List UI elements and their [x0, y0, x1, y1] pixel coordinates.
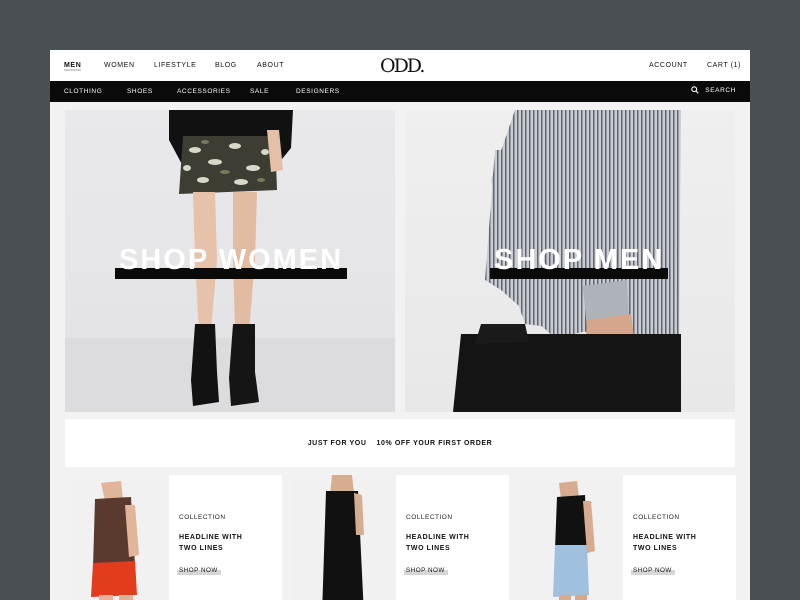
card-1-collection: COLLECTION [179, 514, 226, 521]
brand-logo[interactable]: ODD. [380, 55, 425, 77]
card-3-shop-now-text: SHOP NOW [633, 567, 672, 574]
card-2-shop-now-link[interactable]: SHOP NOW [404, 567, 448, 575]
browser-page: MEN WOMEN LIFESTYLE BLOG ABOUT ODD. ACCO… [50, 50, 750, 600]
nav-cart[interactable]: CART (1) [707, 62, 741, 69]
card-3-headline-line-1: HEADLINE WITH [633, 534, 697, 541]
collection-card-3[interactable]: COLLECTION HEADLINE WITH TWO LINES SHOP … [519, 475, 736, 600]
category-clothing[interactable]: CLOTHING [64, 88, 102, 95]
nav-account[interactable]: ACCOUNT [649, 62, 688, 69]
promo-left: JUST FOR YOU [307, 439, 367, 447]
search-label: SEARCH [705, 86, 736, 94]
card-3-photo [519, 475, 623, 600]
category-shoes[interactable]: SHOES [127, 88, 153, 95]
card-3-info: COLLECTION HEADLINE WITH TWO LINES SHOP … [631, 475, 733, 600]
promo-banner[interactable]: JUST FOR YOU 10% OFF YOUR FIRST ORDER [65, 419, 735, 467]
card-2-headline-line-1: HEADLINE WITH [406, 534, 470, 541]
hero-women[interactable]: SHOP WOMEN [65, 110, 395, 412]
shop-men-label[interactable]: SHOP MEN [490, 244, 669, 279]
card-3-collection: COLLECTION [633, 514, 680, 521]
shop-women-text: SHOP WOMEN [119, 244, 344, 276]
card-2-photo [292, 475, 396, 600]
card-2-headline: HEADLINE WITH TWO LINES [406, 532, 502, 554]
search-icon [691, 86, 700, 94]
shop-women-label[interactable]: SHOP WOMEN [115, 244, 348, 279]
category-bar: CLOTHING SHOES ACCESSORIES SALE DESIGNER… [50, 81, 750, 102]
shop-men-text: SHOP MEN [494, 244, 665, 276]
card-2-shop-now-text: SHOP NOW [406, 567, 445, 574]
hero-men[interactable]: SHOP MEN [405, 110, 735, 412]
search-button[interactable]: SEARCH [691, 86, 736, 94]
collection-card-2[interactable]: COLLECTION HEADLINE WITH TWO LINES SHOP … [292, 475, 509, 600]
card-3-shop-now-link[interactable]: SHOP NOW [631, 567, 675, 575]
category-accessories[interactable]: ACCESSORIES [177, 88, 231, 95]
card-1-headline-line-1: HEADLINE WITH [179, 534, 243, 541]
logo-text: ODD. [380, 55, 425, 77]
top-nav: MEN WOMEN LIFESTYLE BLOG ABOUT ODD. ACCO… [50, 50, 750, 81]
card-3-headline-line-2: TWO LINES [633, 545, 678, 552]
nav-women[interactable]: WOMEN [104, 62, 135, 69]
nav-lifestyle[interactable]: LIFESTYLE [154, 62, 196, 69]
card-1-headline-line-2: TWO LINES [179, 545, 224, 552]
card-1-info: COLLECTION HEADLINE WITH TWO LINES SHOP … [177, 475, 279, 600]
card-1-photo [65, 475, 169, 600]
nav-about[interactable]: ABOUT [257, 62, 284, 69]
nav-blog[interactable]: BLOG [215, 62, 237, 69]
card-3-headline: HEADLINE WITH TWO LINES [633, 532, 729, 554]
card-1-shop-now-text: SHOP NOW [179, 567, 218, 574]
card-1-shop-now-link[interactable]: SHOP NOW [177, 567, 221, 575]
card-1-headline: HEADLINE WITH TWO LINES [179, 532, 275, 554]
nav-men[interactable]: MEN [64, 62, 82, 71]
card-2-collection: COLLECTION [406, 514, 453, 521]
card-2-headline-line-2: TWO LINES [406, 545, 451, 552]
category-sale[interactable]: SALE [250, 88, 269, 95]
collection-card-1[interactable]: COLLECTION HEADLINE WITH TWO LINES SHOP … [65, 475, 282, 600]
category-designers[interactable]: DESIGNERS [296, 88, 340, 95]
card-2-info: COLLECTION HEADLINE WITH TWO LINES SHOP … [404, 475, 506, 600]
promo-right: 10% OFF YOUR FIRST ORDER [376, 439, 493, 447]
